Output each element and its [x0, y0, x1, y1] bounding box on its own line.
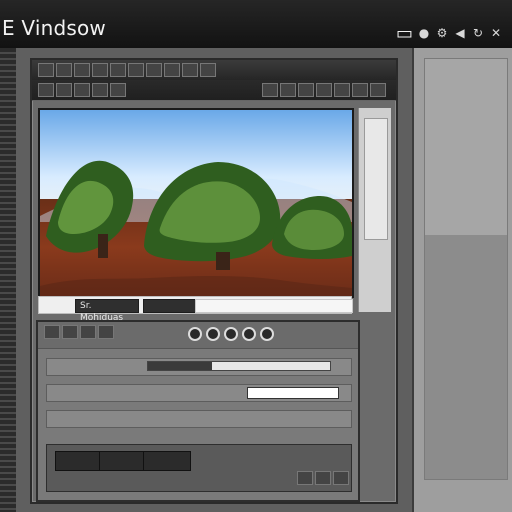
left-ruler: [0, 48, 17, 512]
stop-icon[interactable]: [224, 327, 238, 341]
toolbar-button[interactable]: [74, 83, 90, 97]
ground-shadow: [40, 276, 352, 296]
vertical-scrollbar[interactable]: [358, 108, 391, 312]
settings-icon[interactable]: ⚙: [436, 26, 448, 40]
right-panel-inner: [424, 58, 508, 480]
progress-bar: [147, 361, 331, 371]
toolbar-button[interactable]: [110, 83, 126, 97]
lower-row-input: [46, 384, 352, 402]
document-icon[interactable]: ▭: [396, 23, 413, 44]
window-button[interactable]: [200, 63, 216, 77]
circle-icon[interactable]: ●: [418, 26, 430, 40]
window-button[interactable]: [74, 63, 90, 77]
tab[interactable]: [143, 451, 191, 471]
toolbar-button[interactable]: [370, 83, 386, 97]
lower-panel: [36, 320, 360, 502]
window-toolbar: [32, 80, 396, 101]
loop-icon[interactable]: [260, 327, 274, 341]
toolbar-button[interactable]: [92, 83, 108, 97]
toolbar-button[interactable]: [352, 83, 368, 97]
toolbar-button[interactable]: [298, 83, 314, 97]
close-icon[interactable]: ✕: [490, 26, 502, 40]
status-mid: [143, 299, 201, 313]
record-icon[interactable]: [242, 327, 256, 341]
lower-button[interactable]: [98, 325, 114, 339]
window-titlebar: [32, 60, 396, 81]
text-input[interactable]: [247, 387, 339, 399]
window-button[interactable]: [128, 63, 144, 77]
toolbar-button[interactable]: [38, 83, 54, 97]
app-title: E Vindsow: [2, 16, 106, 40]
main-window: Sr. Mohiduas: [30, 58, 398, 504]
back-icon[interactable]: ◀: [454, 26, 466, 40]
lower-icon-row: [188, 327, 274, 341]
right-panel: [412, 48, 512, 512]
lower-header: [38, 322, 358, 349]
status-right: [195, 299, 353, 313]
window-button[interactable]: [56, 63, 72, 77]
refresh-icon[interactable]: ↻: [472, 26, 484, 40]
window-button[interactable]: [38, 63, 54, 77]
tab[interactable]: [99, 451, 147, 471]
toolbar-button[interactable]: [280, 83, 296, 97]
render-viewport[interactable]: [38, 108, 354, 298]
tab[interactable]: [55, 451, 103, 471]
lower-button[interactable]: [80, 325, 96, 339]
toolbar-button[interactable]: [56, 83, 72, 97]
toolbar-button[interactable]: [316, 83, 332, 97]
progress-fill: [148, 362, 212, 370]
tab-button[interactable]: [297, 471, 313, 485]
window-button[interactable]: [182, 63, 198, 77]
window-button[interactable]: [164, 63, 180, 77]
top-icons: ▭ ● ⚙ ◀ ↻ ✕: [394, 18, 502, 48]
status-left: Sr. Mohiduas: [75, 299, 139, 323]
tab-button[interactable]: [315, 471, 331, 485]
window-button[interactable]: [92, 63, 108, 77]
lower-button[interactable]: [44, 325, 60, 339]
viewport-scene: [40, 160, 352, 296]
toolbar-button[interactable]: [262, 83, 278, 97]
right-panel-fill: [425, 235, 507, 479]
lower-tabs: [46, 444, 352, 492]
play-icon[interactable]: [188, 327, 202, 341]
toolbar-button[interactable]: [334, 83, 350, 97]
window-button[interactable]: [146, 63, 162, 77]
scroll-thumb[interactable]: [364, 118, 388, 240]
lower-row-progress: [46, 358, 352, 376]
lower-row-text: [46, 410, 352, 428]
lower-button[interactable]: [62, 325, 78, 339]
pause-icon[interactable]: [206, 327, 220, 341]
tab-button[interactable]: [333, 471, 349, 485]
window-button[interactable]: [110, 63, 126, 77]
tree-center-trunk: [216, 252, 230, 270]
status-bar: Sr. Mohiduas: [38, 296, 353, 323]
tree-left-trunk: [98, 234, 108, 258]
